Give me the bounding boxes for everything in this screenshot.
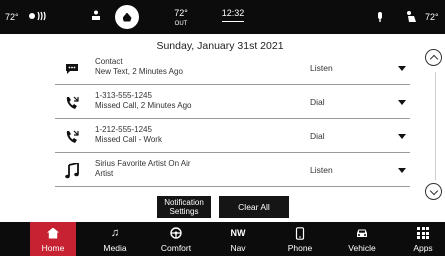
- notification-row[interactable]: 1-313-555-1245 Missed Call, 2 Minutes Ago…: [55, 88, 410, 119]
- home-icon: [47, 225, 59, 241]
- scroll-down-button[interactable]: [425, 183, 442, 200]
- notification-settings-button[interactable]: Notification Settings: [157, 196, 211, 218]
- music-icon: ♫: [110, 227, 120, 239]
- notification-row[interactable]: 1-212-555-1245 Missed Call - Work Dial: [55, 122, 410, 153]
- notification-screen: 72° 72° OUT 12:32 72° Sunday, January 31…: [0, 0, 445, 256]
- fan-seat-icon[interactable]: [28, 9, 50, 23]
- nav-bar: Home ♫ Media Comfort NW Nav Phone Vehicl…: [0, 222, 445, 256]
- notification-row[interactable]: Contact New Text, 2 Minutes Ago Listen: [55, 54, 410, 85]
- notification-text: 1-212-555-1245 Missed Call - Work: [95, 125, 162, 144]
- nav-media[interactable]: ♫ Media: [93, 222, 137, 256]
- clear-all-button[interactable]: Clear All: [219, 196, 289, 218]
- nav-vehicle[interactable]: Vehicle: [340, 222, 384, 256]
- listen-action[interactable]: Listen: [310, 165, 333, 175]
- notification-text: 1-313-555-1245 Missed Call, 2 Minutes Ago: [95, 91, 192, 110]
- chevron-up-icon: [429, 54, 438, 63]
- mic-icon[interactable]: [376, 11, 384, 23]
- seat-heat-icon[interactable]: [90, 10, 102, 22]
- driver-temperature[interactable]: 72°: [5, 12, 19, 22]
- outside-temperature: 72°: [174, 8, 188, 18]
- car-icon: [355, 225, 369, 241]
- dial-action[interactable]: Dial: [310, 97, 325, 107]
- chevron-down-icon: [429, 186, 438, 195]
- notification-text: Sirius Favorite Artist On Air Artist: [95, 159, 191, 178]
- missed-call-icon: [63, 128, 81, 146]
- home-circle-icon[interactable]: [115, 5, 139, 29]
- date-header: Sunday, January 31st 2021: [156, 40, 284, 52]
- nav-comfort[interactable]: Comfort: [151, 222, 201, 256]
- outside-label: OUT: [174, 21, 188, 27]
- apps-grid-icon: [417, 225, 429, 241]
- clock-underline: [222, 21, 244, 22]
- compass-icon: NW: [230, 228, 246, 238]
- caret-down-icon[interactable]: [398, 134, 406, 139]
- notification-row[interactable]: Sirius Favorite Artist On Air Artist List…: [55, 156, 410, 187]
- clock: 12:32: [221, 8, 245, 18]
- notification-text: Contact New Text, 2 Minutes Ago: [95, 57, 183, 76]
- music-note-icon: [63, 162, 81, 180]
- scroll-up-button[interactable]: [425, 49, 442, 66]
- message-icon: [63, 60, 81, 78]
- phone-icon: [295, 225, 305, 241]
- caret-down-icon[interactable]: [398, 100, 406, 105]
- nav-phone[interactable]: Phone: [278, 222, 322, 256]
- nav-apps[interactable]: Apps: [403, 222, 443, 256]
- steering-wheel-icon: [170, 225, 182, 241]
- notification-panel: Sunday, January 31st 2021 Contact New Tex…: [55, 34, 422, 222]
- missed-call-icon: [63, 94, 81, 112]
- listen-action[interactable]: Listen: [310, 63, 333, 73]
- caret-down-icon[interactable]: [398, 66, 406, 71]
- caret-down-icon[interactable]: [398, 168, 406, 173]
- status-bar: 72° 72° OUT 12:32 72°: [0, 0, 445, 34]
- scroll-track[interactable]: [435, 72, 436, 180]
- passenger-temperature[interactable]: 72°: [425, 12, 439, 22]
- nav-home[interactable]: Home: [30, 222, 76, 256]
- dial-action[interactable]: Dial: [310, 131, 325, 141]
- passenger-seat-icon[interactable]: [405, 10, 419, 24]
- nav-nav[interactable]: NW Nav: [219, 222, 257, 256]
